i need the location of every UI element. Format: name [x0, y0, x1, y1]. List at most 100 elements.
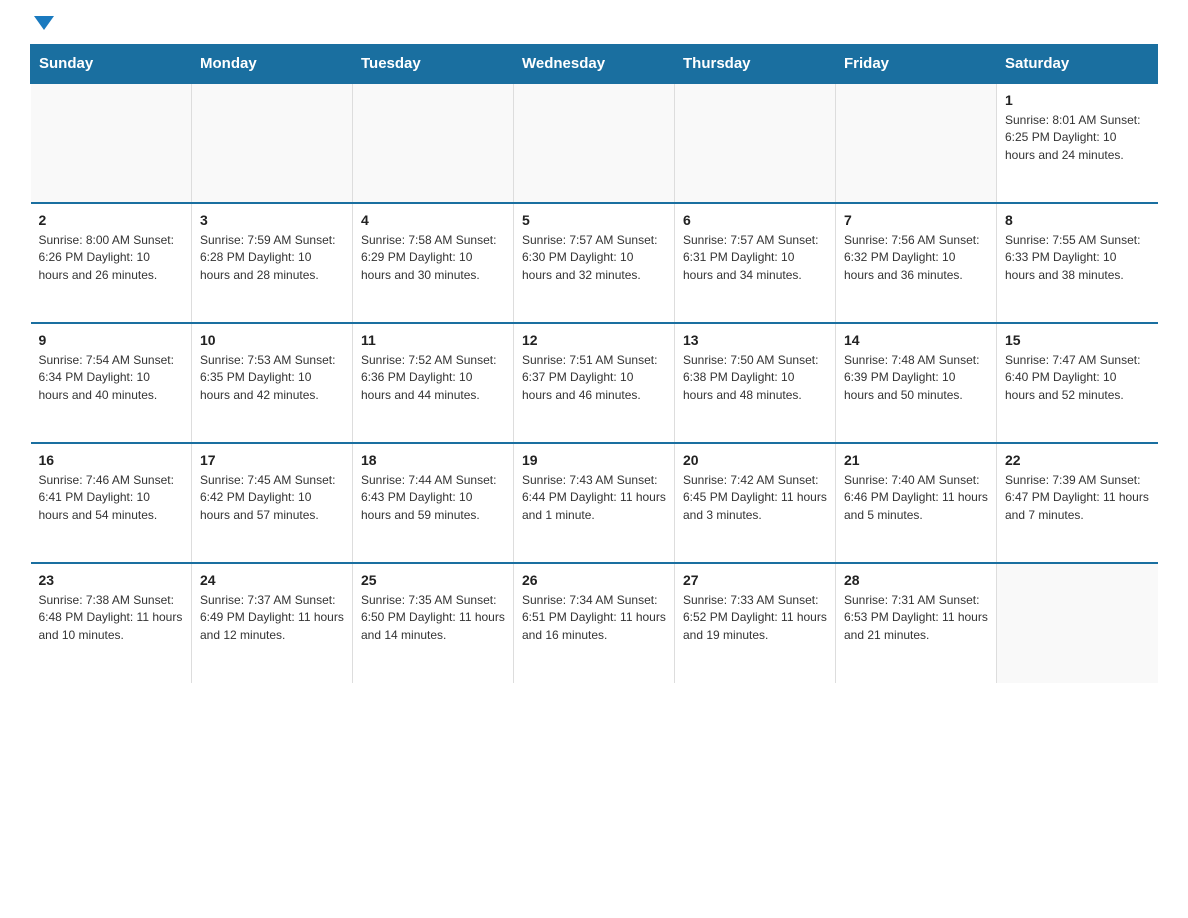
calendar-cell: 22Sunrise: 7:39 AM Sunset: 6:47 PM Dayli…	[997, 443, 1158, 563]
calendar-cell: 10Sunrise: 7:53 AM Sunset: 6:35 PM Dayli…	[192, 323, 353, 443]
day-info-text: Sunrise: 7:48 AM Sunset: 6:39 PM Dayligh…	[844, 352, 988, 404]
calendar-cell: 23 Sunrise: 7:38 AM Sunset: 6:48 PM Dayli…	[31, 563, 192, 683]
day-info-text: Sunrise: 7:55 AM Sunset: 6:33 PM Dayligh…	[1005, 232, 1150, 284]
page-header	[30, 20, 1158, 34]
days-header-row: SundayMondayTuesdayWednesdayThursdayFrid…	[31, 45, 1158, 84]
day-info-text: Sunrise: 8:01 AM Sunset: 6:25 PM Dayligh…	[1005, 112, 1150, 164]
day-number: 21	[844, 452, 988, 468]
day-header-monday: Monday	[192, 45, 353, 84]
day-info-text: Sunrise: 7:43 AM Sunset: 6:44 PM Dayligh…	[522, 472, 666, 524]
calendar-cell: 8 Sunrise: 7:55 AM Sunset: 6:33 PM Daylig…	[997, 203, 1158, 323]
day-number: 18	[361, 452, 505, 468]
day-number: 25	[361, 572, 505, 588]
day-number: 27	[683, 572, 827, 588]
calendar-cell: 21Sunrise: 7:40 AM Sunset: 6:46 PM Dayli…	[836, 443, 997, 563]
day-number: 16	[39, 452, 184, 468]
calendar-cell	[997, 563, 1158, 683]
day-info-text: Sunrise: 7:57 AM Sunset: 6:31 PM Dayligh…	[683, 232, 827, 284]
day-number: 12	[522, 332, 666, 348]
calendar-cell: 14 Sunrise: 7:48 AM Sunset: 6:39 PM Dayli…	[836, 323, 997, 443]
day-number: 2	[39, 212, 184, 228]
calendar-cell	[31, 83, 192, 203]
calendar-cell: 7 Sunrise: 7:56 AM Sunset: 6:32 PM Daylig…	[836, 203, 997, 323]
calendar-cell	[192, 83, 353, 203]
calendar-cell: 26 Sunrise: 7:34 AM Sunset: 6:51 PM Dayli…	[514, 563, 675, 683]
day-info-text: Sunrise: 7:57 AM Sunset: 6:30 PM Dayligh…	[522, 232, 666, 284]
day-number: 8	[1005, 212, 1150, 228]
day-number: 11	[361, 332, 505, 348]
day-number: 5	[522, 212, 666, 228]
calendar-week-row: 2 Sunrise: 8:00 AM Sunset: 6:26 PM Daylig…	[31, 203, 1158, 323]
day-number: 1	[1005, 92, 1150, 108]
calendar-cell: 18 Sunrise: 7:44 AM Sunset: 6:43 PM Dayli…	[353, 443, 514, 563]
day-header-tuesday: Tuesday	[353, 45, 514, 84]
day-number: 7	[844, 212, 988, 228]
calendar-cell: 25 Sunrise: 7:35 AM Sunset: 6:50 PM Dayli…	[353, 563, 514, 683]
calendar-cell: 24Sunrise: 7:37 AM Sunset: 6:49 PM Dayli…	[192, 563, 353, 683]
calendar-cell: 9 Sunrise: 7:54 AM Sunset: 6:34 PM Daylig…	[31, 323, 192, 443]
day-number: 19	[522, 452, 666, 468]
day-number: 20	[683, 452, 827, 468]
calendar-cell: 16 Sunrise: 7:46 AM Sunset: 6:41 PM Dayli…	[31, 443, 192, 563]
day-info-text: Sunrise: 8:00 AM Sunset: 6:26 PM Dayligh…	[39, 232, 184, 284]
calendar-cell: 20 Sunrise: 7:42 AM Sunset: 6:45 PM Dayli…	[675, 443, 836, 563]
calendar-cell: 1 Sunrise: 8:01 AM Sunset: 6:25 PM Daylig…	[997, 83, 1158, 203]
day-info-text: Sunrise: 7:46 AM Sunset: 6:41 PM Dayligh…	[39, 472, 184, 524]
calendar-cell: 6 Sunrise: 7:57 AM Sunset: 6:31 PM Daylig…	[675, 203, 836, 323]
calendar-cell	[514, 83, 675, 203]
day-info-text: Sunrise: 7:52 AM Sunset: 6:36 PM Dayligh…	[361, 352, 505, 404]
day-info-text: Sunrise: 7:45 AM Sunset: 6:42 PM Dayligh…	[200, 472, 344, 524]
day-info-text: Sunrise: 7:42 AM Sunset: 6:45 PM Dayligh…	[683, 472, 827, 524]
day-number: 15	[1005, 332, 1150, 348]
logo-arrow-icon	[34, 16, 54, 30]
calendar-cell	[836, 83, 997, 203]
day-info-text: Sunrise: 7:51 AM Sunset: 6:37 PM Dayligh…	[522, 352, 666, 404]
day-header-wednesday: Wednesday	[514, 45, 675, 84]
calendar-cell: 15 Sunrise: 7:47 AM Sunset: 6:40 PM Dayli…	[997, 323, 1158, 443]
day-number: 17	[200, 452, 344, 468]
calendar-cell	[353, 83, 514, 203]
calendar-week-row: 16 Sunrise: 7:46 AM Sunset: 6:41 PM Dayli…	[31, 443, 1158, 563]
day-info-text: Sunrise: 7:44 AM Sunset: 6:43 PM Dayligh…	[361, 472, 505, 524]
day-info-text: Sunrise: 7:59 AM Sunset: 6:28 PM Dayligh…	[200, 232, 344, 284]
calendar-cell: 3 Sunrise: 7:59 AM Sunset: 6:28 PM Daylig…	[192, 203, 353, 323]
day-number: 3	[200, 212, 344, 228]
day-header-saturday: Saturday	[997, 45, 1158, 84]
day-info-text: Sunrise: 7:54 AM Sunset: 6:34 PM Dayligh…	[39, 352, 184, 404]
day-info-text: Sunrise: 7:35 AM Sunset: 6:50 PM Dayligh…	[361, 592, 505, 644]
day-info-text: Sunrise: 7:56 AM Sunset: 6:32 PM Dayligh…	[844, 232, 988, 284]
day-info-text: Sunrise: 7:38 AM Sunset: 6:48 PM Dayligh…	[39, 592, 184, 644]
day-number: 28	[844, 572, 988, 588]
day-info-text: Sunrise: 7:58 AM Sunset: 6:29 PM Dayligh…	[361, 232, 505, 284]
calendar-cell: 19 Sunrise: 7:43 AM Sunset: 6:44 PM Dayli…	[514, 443, 675, 563]
day-header-thursday: Thursday	[675, 45, 836, 84]
day-header-friday: Friday	[836, 45, 997, 84]
day-info-text: Sunrise: 7:47 AM Sunset: 6:40 PM Dayligh…	[1005, 352, 1150, 404]
day-number: 10	[200, 332, 344, 348]
day-number: 26	[522, 572, 666, 588]
day-info-text: Sunrise: 7:34 AM Sunset: 6:51 PM Dayligh…	[522, 592, 666, 644]
day-header-sunday: Sunday	[31, 45, 192, 84]
calendar-cell: 27Sunrise: 7:33 AM Sunset: 6:52 PM Dayli…	[675, 563, 836, 683]
calendar-cell: 5 Sunrise: 7:57 AM Sunset: 6:30 PM Daylig…	[514, 203, 675, 323]
calendar-cell: 17 Sunrise: 7:45 AM Sunset: 6:42 PM Dayli…	[192, 443, 353, 563]
day-number: 23	[39, 572, 184, 588]
day-number: 4	[361, 212, 505, 228]
day-number: 6	[683, 212, 827, 228]
calendar-cell: 2 Sunrise: 8:00 AM Sunset: 6:26 PM Daylig…	[31, 203, 192, 323]
day-number: 9	[39, 332, 184, 348]
day-info-text: Sunrise: 7:31 AM Sunset: 6:53 PM Dayligh…	[844, 592, 988, 644]
logo	[30, 20, 54, 34]
calendar-table: SundayMondayTuesdayWednesdayThursdayFrid…	[30, 44, 1158, 683]
day-number: 14	[844, 332, 988, 348]
day-info-text: Sunrise: 7:50 AM Sunset: 6:38 PM Dayligh…	[683, 352, 827, 404]
day-number: 13	[683, 332, 827, 348]
day-info-text: Sunrise: 7:37 AM Sunset: 6:49 PM Dayligh…	[200, 592, 344, 644]
calendar-cell	[675, 83, 836, 203]
day-info-text: Sunrise: 7:39 AM Sunset: 6:47 PM Dayligh…	[1005, 472, 1150, 524]
calendar-cell: 13 Sunrise: 7:50 AM Sunset: 6:38 PM Dayli…	[675, 323, 836, 443]
calendar-week-row: 9 Sunrise: 7:54 AM Sunset: 6:34 PM Daylig…	[31, 323, 1158, 443]
calendar-week-row: 1 Sunrise: 8:01 AM Sunset: 6:25 PM Daylig…	[31, 83, 1158, 203]
calendar-cell: 28 Sunrise: 7:31 AM Sunset: 6:53 PM Dayli…	[836, 563, 997, 683]
calendar-cell: 4 Sunrise: 7:58 AM Sunset: 6:29 PM Daylig…	[353, 203, 514, 323]
